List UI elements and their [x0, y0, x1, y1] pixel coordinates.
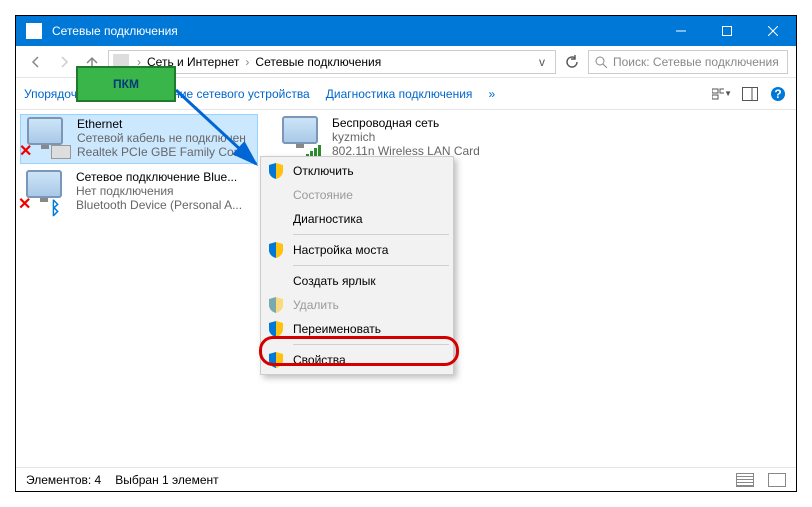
- connection-device: Realtek PCIe GBE Family Cont...: [77, 145, 253, 159]
- ctx-diagnose[interactable]: Диагностика: [263, 207, 451, 231]
- chevron-right-icon: ›: [243, 55, 251, 69]
- toolbar-overflow[interactable]: »: [488, 87, 495, 101]
- view-options-button[interactable]: ▼: [712, 84, 732, 104]
- chevron-down-icon: ▼: [724, 89, 732, 98]
- maximize-icon: [722, 26, 732, 36]
- ctx-status: Состояние: [263, 183, 451, 207]
- forward-button[interactable]: [52, 50, 76, 74]
- preview-pane-button[interactable]: [740, 84, 760, 104]
- connection-name: Ethernet: [77, 117, 253, 131]
- arrow-left-icon: [28, 54, 44, 70]
- ctx-bridge[interactable]: Настройка моста: [263, 238, 451, 262]
- search-placeholder: Поиск: Сетевые подключения: [613, 55, 779, 69]
- svg-text:?: ?: [774, 87, 781, 101]
- ctx-properties[interactable]: Свойства: [263, 348, 451, 372]
- separator: [293, 265, 449, 266]
- titlebar: Сетевые подключения: [16, 16, 796, 46]
- window-title: Сетевые подключения: [52, 24, 658, 38]
- help-icon: ?: [770, 86, 786, 102]
- refresh-icon: [565, 55, 579, 69]
- shield-icon: [269, 163, 283, 179]
- connection-status: Нет подключения: [76, 184, 242, 198]
- close-icon: [768, 26, 778, 36]
- status-selected: Выбран 1 элемент: [115, 473, 218, 487]
- close-button[interactable]: [750, 16, 796, 46]
- connection-device: Bluetooth Device (Personal A...: [76, 198, 242, 212]
- help-button[interactable]: ?: [768, 84, 788, 104]
- ctx-disable[interactable]: Отключить: [263, 159, 451, 183]
- arrow-right-icon: [56, 54, 72, 70]
- bluetooth-icon: ᛒ: [50, 198, 70, 212]
- minimize-icon: [676, 26, 686, 36]
- view-options-icon: [712, 87, 724, 101]
- breadcrumb-item-connections[interactable]: Сетевые подключения: [251, 55, 385, 69]
- error-x-icon: ✕: [19, 141, 32, 161]
- shield-icon: [269, 321, 283, 337]
- connection-bluetooth[interactable]: ᛒ ✕ Сетевое подключение Blue... Нет подк…: [20, 168, 258, 218]
- connection-icon: [278, 116, 326, 158]
- connection-status: kyzmich: [332, 130, 480, 144]
- ctx-delete: Удалить: [263, 293, 451, 317]
- shield-icon: [269, 352, 283, 368]
- status-bar: Элементов: 4 Выбран 1 элемент: [16, 467, 796, 491]
- window-frame: Сетевые подключения › Сеть и Интернет › …: [15, 15, 797, 492]
- connection-icon: ✕: [23, 117, 71, 159]
- shield-icon: [269, 242, 283, 258]
- chevron-down-icon[interactable]: v: [533, 55, 551, 69]
- connection-status: Сетевой кабель не подключен: [77, 131, 253, 145]
- ctx-rename[interactable]: Переименовать: [263, 317, 451, 341]
- refresh-button[interactable]: [560, 50, 584, 74]
- separator: [293, 344, 449, 345]
- connection-name: Сетевое подключение Blue...: [76, 170, 242, 184]
- details-view-button[interactable]: [736, 473, 754, 487]
- search-icon: [595, 56, 607, 68]
- ctx-shortcut[interactable]: Создать ярлык: [263, 269, 451, 293]
- error-x-icon: ✕: [18, 194, 31, 214]
- icons-view-button[interactable]: [768, 473, 786, 487]
- preview-pane-icon: [742, 87, 758, 101]
- search-input[interactable]: Поиск: Сетевые подключения: [588, 50, 788, 74]
- app-icon: [26, 23, 42, 39]
- rj45-icon: [51, 145, 71, 159]
- annotation-pkm-badge: ПКМ: [76, 66, 176, 102]
- connection-icon: ᛒ ✕: [22, 170, 70, 212]
- back-button[interactable]: [24, 50, 48, 74]
- shield-icon: [269, 297, 283, 313]
- diagnose-button[interactable]: Диагностика подключения: [326, 87, 473, 101]
- connection-name: Беспроводная сеть: [332, 116, 480, 130]
- status-count: Элементов: 4: [26, 473, 101, 487]
- minimize-button[interactable]: [658, 16, 704, 46]
- context-menu: Отключить Состояние Диагностика Настройк…: [260, 156, 454, 375]
- maximize-button[interactable]: [704, 16, 750, 46]
- connection-ethernet[interactable]: ✕ Ethernet Сетевой кабель не подключен R…: [20, 114, 258, 164]
- separator: [293, 234, 449, 235]
